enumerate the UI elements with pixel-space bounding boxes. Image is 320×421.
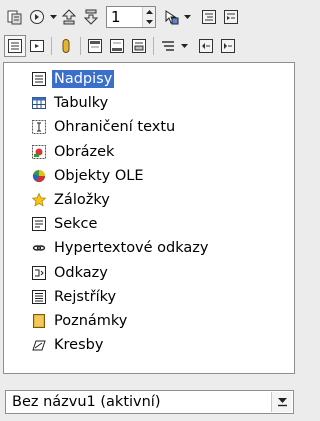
- nav-item-text-frames[interactable]: Ohraničení textu: [4, 115, 294, 139]
- demote-level-button[interactable]: [220, 6, 242, 28]
- nav-item-label: Poznámky: [54, 312, 128, 329]
- nav-item-tables[interactable]: Tabulky: [4, 91, 294, 115]
- table-icon: [31, 95, 47, 111]
- previous-object-button[interactable]: [58, 6, 80, 28]
- navigator-toolbar-bottom: [0, 33, 300, 59]
- header-button[interactable]: [84, 35, 106, 57]
- navigation-toggle-button[interactable]: [4, 6, 26, 28]
- ole-object-icon: [31, 168, 47, 184]
- heading-levels-icon: [162, 41, 174, 51]
- nav-item-label: Odkazy: [54, 264, 108, 281]
- drawing-icon: [31, 337, 47, 353]
- spin-down-icon: [145, 20, 153, 24]
- footer-button[interactable]: [106, 35, 128, 57]
- nav-item-label: Sekce: [54, 216, 98, 233]
- nav-item-label: Ohraničení textu: [54, 119, 176, 136]
- chevron-down-icon: [183, 14, 191, 19]
- navigator-content-tree[interactable]: Nadpisy Tabulky Ohraničení textu Obrázek…: [3, 62, 295, 374]
- note-icon: [31, 313, 47, 329]
- heading-levels-shown-button[interactable]: [157, 35, 179, 57]
- promote-level-icon: [202, 10, 216, 24]
- toolbar-separator: [80, 37, 81, 55]
- heading-levels-dropdown-arrow[interactable]: [179, 35, 189, 57]
- navigate-dropdown-arrow[interactable]: [48, 6, 58, 28]
- content-view-button[interactable]: [26, 35, 48, 57]
- navigation-icon: [7, 10, 22, 25]
- spin-up-icon: [145, 10, 153, 14]
- header-icon: [88, 39, 102, 53]
- content-view-icon: [30, 40, 44, 52]
- nav-item-label: Obrázek: [54, 143, 115, 160]
- demote-level-icon: [224, 10, 238, 24]
- heading-level-spinbox[interactable]: 1: [106, 6, 156, 28]
- text-frame-icon: [31, 119, 47, 135]
- navigate-circle-icon: [30, 10, 44, 24]
- toolbar-separator: [153, 37, 154, 55]
- promote-chapter-icon: [199, 39, 213, 53]
- chevron-down-icon: [49, 14, 57, 19]
- navigate-button[interactable]: [26, 6, 48, 28]
- anchor-text-icon: [132, 39, 146, 53]
- set-reminder-button[interactable]: [55, 35, 77, 57]
- nav-item-label: Hypertextové odkazy: [54, 240, 209, 257]
- section-icon: [31, 216, 47, 232]
- reminder-icon: [62, 39, 70, 53]
- image-icon: [31, 144, 47, 160]
- spin-up-button[interactable]: [143, 7, 155, 17]
- navigator-list: Nadpisy Tabulky Ohraničení textu Obrázek…: [4, 63, 294, 357]
- nav-item-label: Kresby: [54, 337, 104, 354]
- nav-item-headings[interactable]: Nadpisy: [4, 67, 294, 91]
- drag-mode-icon: [165, 10, 179, 25]
- document-selector[interactable]: Bez názvu1 (aktivní): [5, 390, 294, 414]
- index-icon: [31, 289, 47, 305]
- nav-item-hyperlinks[interactable]: Hypertextové odkazy: [4, 236, 294, 260]
- document-selector-dropdown-button[interactable]: [271, 392, 292, 412]
- spin-down-button[interactable]: [143, 17, 155, 27]
- nav-item-indexes[interactable]: Rejstříky: [4, 285, 294, 309]
- demote-chapter-button[interactable]: [217, 35, 239, 57]
- nav-item-drawings[interactable]: Kresby: [4, 333, 294, 357]
- footer-icon: [110, 39, 124, 53]
- nav-item-ole-objects[interactable]: Objekty OLE: [4, 164, 294, 188]
- headings-icon: [31, 71, 47, 87]
- next-object-button[interactable]: [80, 6, 102, 28]
- list-box-icon: [8, 39, 22, 53]
- bookmark-star-icon: [31, 192, 47, 208]
- nav-item-label: Objekty OLE: [54, 167, 144, 184]
- reference-icon: [31, 265, 47, 281]
- nav-item-label: Nadpisy: [52, 70, 115, 89]
- promote-chapter-button[interactable]: [195, 35, 217, 57]
- nav-item-bookmarks[interactable]: Záložky: [4, 188, 294, 212]
- anchor-text-button[interactable]: [128, 35, 150, 57]
- toolbar-separator: [51, 37, 52, 55]
- drag-mode-button[interactable]: [160, 6, 182, 28]
- chevron-down-icon: [180, 43, 188, 48]
- list-box-toggle-button[interactable]: [4, 35, 26, 57]
- document-selector-value: Bez názvu1 (aktivní): [12, 394, 161, 410]
- previous-up-icon: [61, 9, 77, 25]
- nav-item-notes[interactable]: Poznámky: [4, 309, 294, 333]
- chevron-down-icon: [277, 398, 287, 407]
- nav-item-references[interactable]: Odkazy: [4, 261, 294, 285]
- nav-item-label: Tabulky: [54, 95, 109, 112]
- demote-chapter-icon: [221, 39, 235, 53]
- nav-item-images[interactable]: Obrázek: [4, 140, 294, 164]
- heading-level-value[interactable]: 1: [107, 7, 142, 27]
- hyperlink-icon: [31, 240, 47, 256]
- drag-mode-dropdown-arrow[interactable]: [182, 6, 192, 28]
- nav-item-label: Záložky: [54, 192, 110, 209]
- promote-level-button[interactable]: [198, 6, 220, 28]
- nav-item-label: Rejstříky: [54, 288, 117, 305]
- nav-item-sections[interactable]: Sekce: [4, 212, 294, 236]
- next-down-icon: [83, 9, 99, 25]
- navigator-toolbar-top: 1: [0, 4, 300, 30]
